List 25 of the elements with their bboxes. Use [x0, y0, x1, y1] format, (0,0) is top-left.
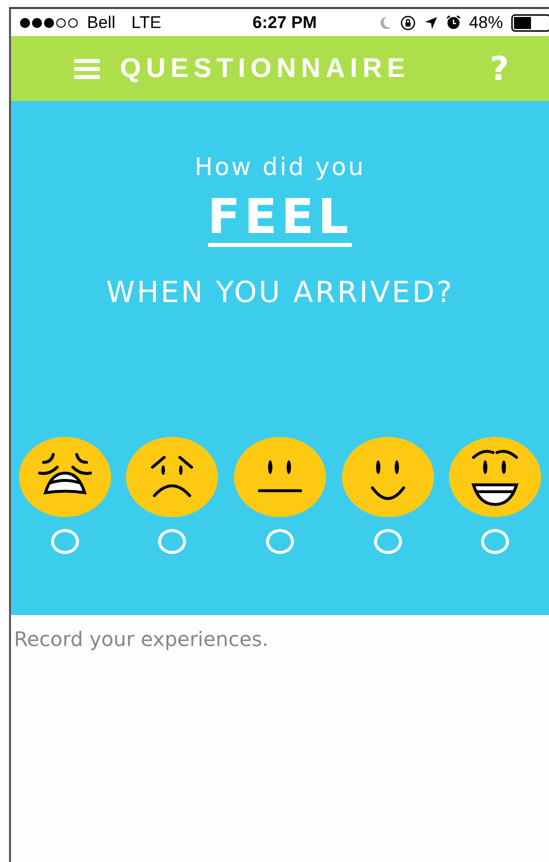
question-text: WHEN YOU ARRIVED?: [106, 275, 454, 309]
smiling-face-icon: [340, 435, 435, 519]
location-arrow-icon: [424, 16, 438, 30]
radio-button[interactable]: [481, 529, 510, 554]
moon-icon: [378, 16, 392, 30]
clock-time: 6:27 PM: [252, 12, 317, 32]
menu-icon[interactable]: [74, 58, 100, 80]
carrier-name: Bell: [87, 12, 116, 32]
rotation-lock-icon: [400, 14, 416, 30]
sad-face-icon: [125, 435, 220, 519]
network-type: LTE: [131, 12, 162, 32]
weary-face-icon: [18, 435, 112, 519]
alarm-clock-icon: [446, 15, 461, 30]
grinning-face-icon: [448, 435, 542, 519]
battery-percentage: 48%: [468, 12, 503, 32]
battery-icon: [511, 14, 549, 32]
radio-button[interactable]: [50, 529, 79, 554]
app-title: QUESTIONNAIRE: [120, 53, 412, 84]
help-button[interactable]: ?: [490, 49, 509, 88]
radio-button[interactable]: [266, 529, 294, 554]
radio-button[interactable]: [374, 529, 402, 554]
question-emphasis: FEEL: [208, 191, 352, 247]
radio-button[interactable]: [158, 529, 186, 554]
question-text: How did you: [194, 153, 366, 181]
neutral-face-icon: [232, 435, 327, 519]
